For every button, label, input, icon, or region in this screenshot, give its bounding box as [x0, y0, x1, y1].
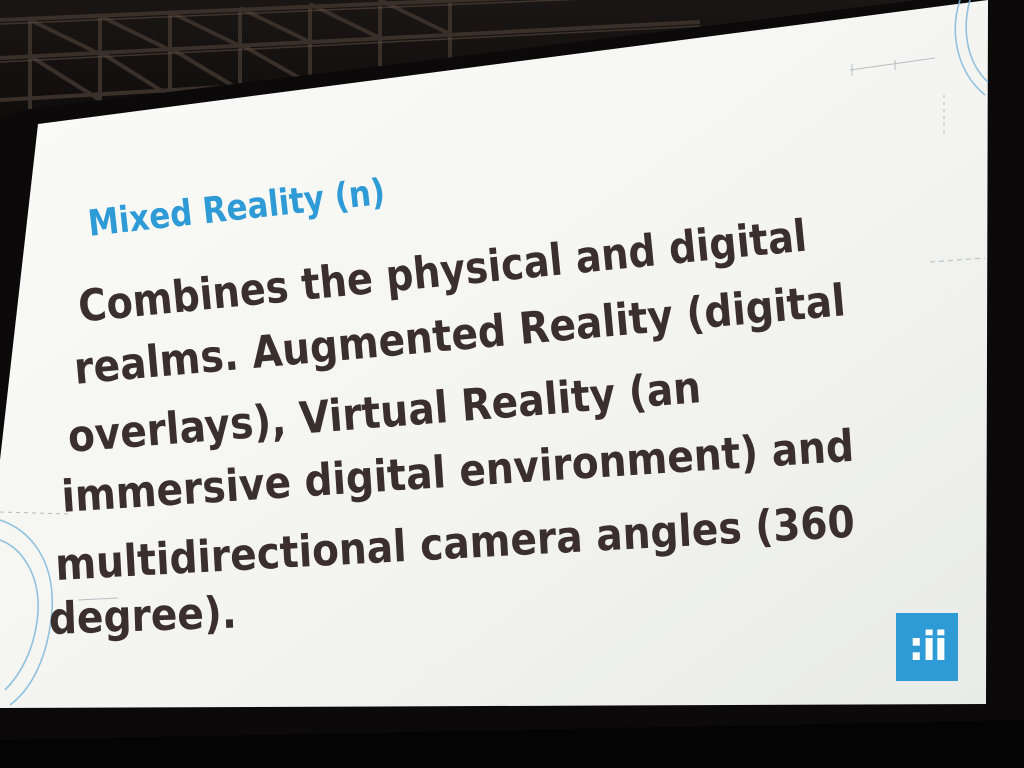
presentation-photo: Mixed Reality (n) Combines the physical … [0, 0, 1024, 768]
body-line: degree). [48, 587, 238, 645]
slide-content: Mixed Reality (n) Combines the physical … [0, 0, 1024, 768]
brand-logo: :ii [896, 613, 958, 681]
slide-title: Mixed Reality (n) [86, 171, 388, 245]
brand-logo-mark: :ii [908, 624, 947, 670]
